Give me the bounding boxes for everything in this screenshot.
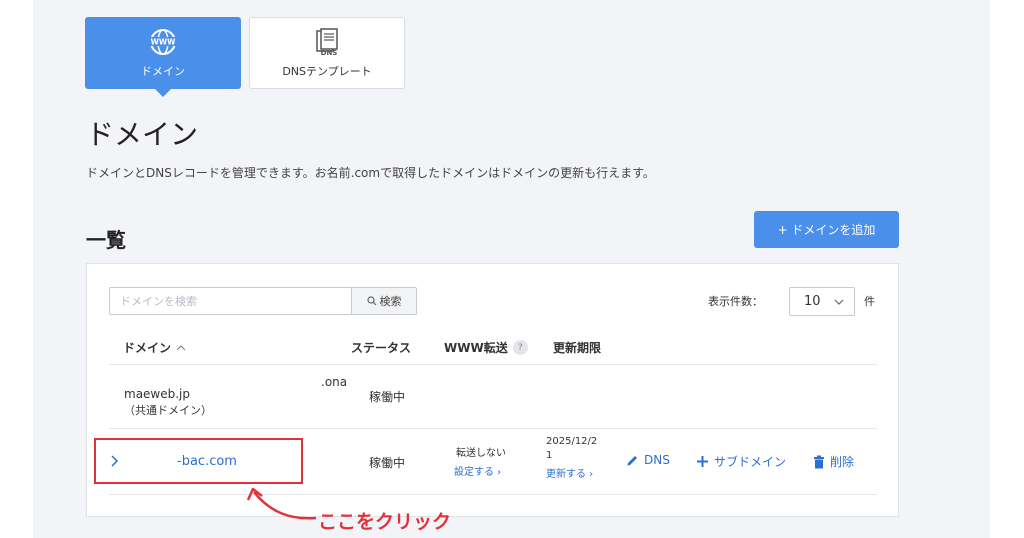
header-divider bbox=[109, 364, 877, 365]
plus-icon bbox=[697, 456, 708, 467]
per-page-value: 10 bbox=[804, 294, 821, 309]
annotation-text: ここをクリック bbox=[318, 511, 452, 533]
add-domain-button[interactable]: + ドメインを追加 bbox=[754, 211, 899, 248]
trash-icon bbox=[814, 455, 824, 468]
highlight-box bbox=[94, 438, 303, 484]
per-page-label: 表示件数： bbox=[708, 295, 763, 308]
svg-text:WWW: WWW bbox=[151, 38, 177, 47]
help-icon[interactable]: ? bbox=[512, 340, 528, 355]
tab-domain[interactable]: WWW ドメイン bbox=[85, 17, 241, 97]
column-header-status: ステータス bbox=[351, 339, 411, 356]
search-button[interactable]: 検索 bbox=[351, 288, 416, 314]
tab-domain-label: ドメイン bbox=[141, 65, 185, 78]
row-domain-note: （共通ドメイン） bbox=[124, 404, 212, 417]
search-button-label: 検索 bbox=[379, 295, 402, 308]
list-title: 一覧 bbox=[86, 228, 126, 252]
svg-text:DNS: DNS bbox=[321, 49, 338, 57]
row-renew-link[interactable]: 更新する › bbox=[546, 465, 593, 480]
row-domain-extra: .ona bbox=[321, 375, 348, 389]
column-header-status-label: ステータス bbox=[351, 341, 412, 355]
row-www-status: 転送しない bbox=[456, 448, 506, 459]
per-page-select[interactable]: 10 bbox=[789, 287, 855, 316]
www-globe-icon: WWW bbox=[150, 29, 177, 55]
column-header-domain[interactable]: ドメイン bbox=[123, 339, 186, 356]
search-box: 検索 bbox=[109, 287, 417, 315]
column-header-expiry-label: 更新期限 bbox=[553, 341, 602, 355]
column-header-expiry: 更新期限 bbox=[553, 339, 601, 356]
subdomain-action-label: サブドメイン bbox=[714, 455, 787, 469]
row-www-setting-link[interactable]: 設定する › bbox=[454, 463, 501, 478]
subdomain-action-button[interactable]: サブドメイン bbox=[696, 453, 786, 470]
column-header-domain-label: ドメイン bbox=[123, 341, 172, 355]
search-icon bbox=[366, 296, 376, 306]
page-description: ドメインとDNSレコードを管理できます。お名前.comで取得したドメインはドメイ… bbox=[86, 166, 655, 180]
row-status: 稼働中 bbox=[369, 390, 406, 404]
annotation-arrow-icon bbox=[246, 487, 317, 520]
row-expiry-date-line2: 1 bbox=[546, 450, 553, 461]
sort-ascending-icon bbox=[176, 344, 186, 350]
row-expiry-date-line1: 2025/12/2 bbox=[546, 436, 598, 447]
page-title: ドメイン bbox=[86, 118, 199, 151]
row-domain-name: maeweb.jp bbox=[124, 387, 191, 401]
delete-action-button[interactable]: 削除 bbox=[813, 453, 854, 470]
dns-action-label: DNS bbox=[644, 453, 670, 467]
dns-action-button[interactable]: DNS bbox=[626, 453, 670, 467]
tab-dns-template-label: DNSテンプレート bbox=[282, 65, 372, 78]
tab-dns-template[interactable]: DNS DNSテンプレート bbox=[249, 17, 405, 89]
column-header-www-label: WWW転送 bbox=[444, 341, 508, 355]
pencil-icon bbox=[627, 455, 637, 465]
search-input[interactable] bbox=[110, 288, 351, 314]
row-divider bbox=[109, 428, 877, 429]
delete-action-label: 削除 bbox=[830, 455, 855, 469]
dns-document-icon: DNS bbox=[316, 28, 338, 57]
chevron-down-icon bbox=[834, 299, 844, 305]
row-divider bbox=[109, 494, 877, 495]
row-status: 稼働中 bbox=[369, 456, 406, 470]
column-header-www: WWW転送 ? bbox=[444, 339, 528, 356]
per-page-unit: 件 bbox=[864, 295, 875, 308]
